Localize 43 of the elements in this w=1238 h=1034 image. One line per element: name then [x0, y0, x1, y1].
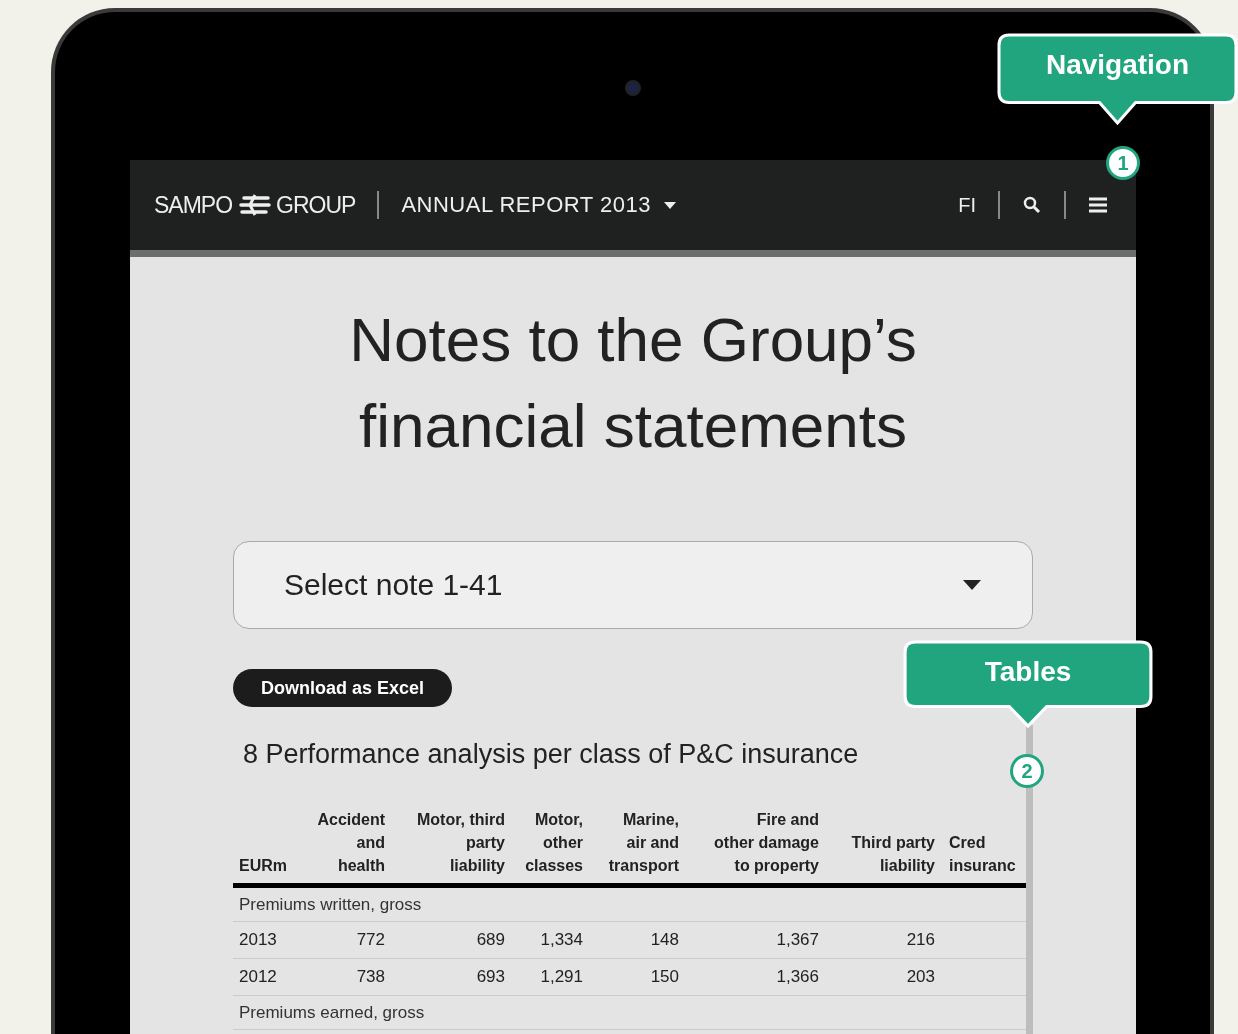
caret-icon [662, 200, 677, 210]
row-group-label: Premiums written, gross [239, 894, 422, 915]
column-header: Cred insuranc [948, 833, 1013, 876]
column-header: Marine, air and transport [607, 810, 680, 876]
table-cell-text: 148 [649, 930, 680, 950]
table-cell-text: 693 [475, 967, 506, 987]
brand-name[interactable]: GROUP [276, 191, 356, 219]
table-cell-text: 689 [475, 930, 506, 950]
camera-icon [625, 80, 641, 96]
report-menu[interactable]: ANNUAL REPORT 2013 [401, 192, 677, 218]
caret-icon [962, 579, 982, 591]
table-title: 8 Performance analysis per class of P&C insurance [243, 739, 860, 770]
download-button[interactable]: Download as Excel [233, 669, 453, 707]
callout-label: Tables [983, 656, 1073, 688]
table-cell-text: 2012 [238, 967, 278, 987]
callout-label: Navigation [1044, 49, 1191, 81]
column-header: Accident and health [316, 810, 386, 876]
table-cell-text: 150 [649, 967, 680, 987]
column-header: Motor, other classes [524, 810, 584, 876]
note-select[interactable]: Select note 1-41 [233, 541, 1033, 629]
language-link[interactable]: FI [958, 193, 976, 217]
menu-icon [1088, 196, 1108, 214]
row-group-label: Premiums earned, gross [239, 1002, 425, 1023]
search-button[interactable] [1022, 195, 1042, 215]
table-cell-text: 1,334 [539, 930, 584, 950]
table-cell-text: 738 [355, 967, 386, 987]
page-title: Notes to the Group’s financial statements [348, 304, 918, 462]
table-cell-text: 1,366 [775, 967, 820, 987]
table-cell-text: 2013 [238, 930, 278, 950]
table-cell-text: 772 [355, 930, 386, 950]
select-value: Select note 1-41 [284, 568, 503, 602]
table-cell-text: 216 [905, 930, 936, 950]
logo-icon [238, 194, 273, 216]
table-cell-text: 203 [905, 967, 936, 987]
brand-name[interactable]: SAMPO [154, 191, 233, 219]
column-header: Motor, third party liability [416, 810, 506, 876]
table-cell-text: 1,367 [775, 930, 820, 950]
column-header: EURm [238, 856, 288, 876]
column-header: Third party liability [850, 833, 936, 876]
search-icon [1022, 195, 1042, 215]
table-cell-text: 1,291 [539, 967, 584, 987]
column-header: Fire and other damage to property [713, 810, 820, 876]
menu-button[interactable] [1088, 196, 1108, 214]
